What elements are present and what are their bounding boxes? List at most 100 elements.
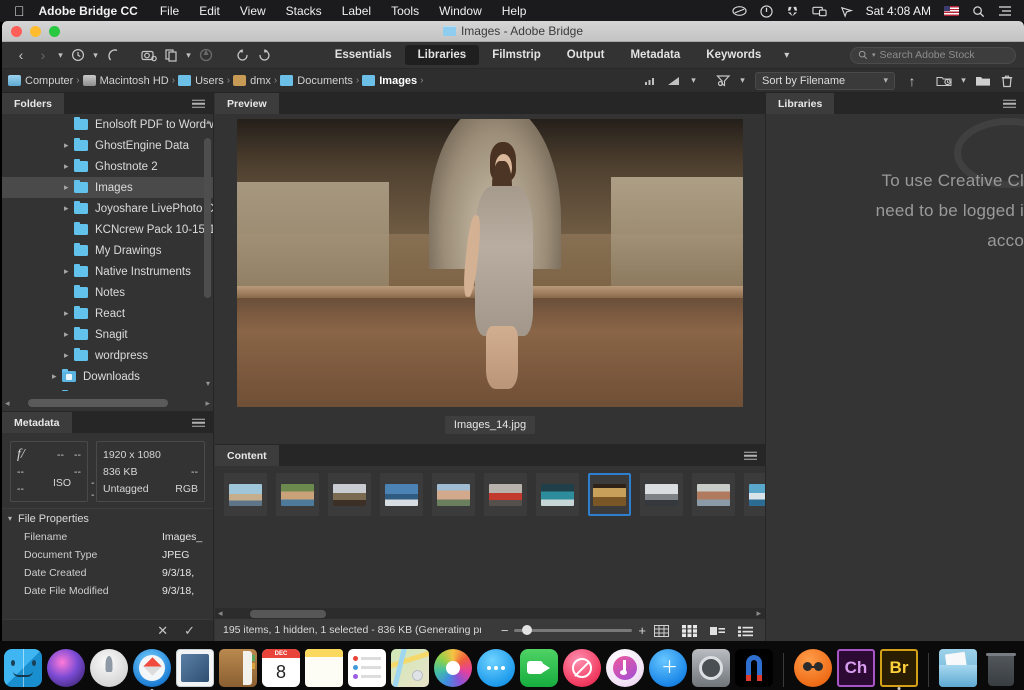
workspace-essentials[interactable]: Essentials bbox=[322, 45, 405, 65]
menu-file[interactable]: File bbox=[160, 4, 179, 18]
dock-reminders[interactable] bbox=[348, 649, 386, 687]
workspace-output[interactable]: Output bbox=[554, 45, 618, 65]
folder-row[interactable]: ▸ Native Instruments bbox=[2, 261, 213, 282]
tab-metadata[interactable]: Metadata bbox=[2, 412, 72, 433]
folder-row[interactable]: KCNcrew Pack 10-15-18 bbox=[2, 219, 213, 240]
power-icon[interactable] bbox=[759, 4, 773, 18]
rotate-clockwise-icon[interactable] bbox=[253, 44, 275, 66]
breadcrumb-computer[interactable]: Computer bbox=[8, 75, 73, 87]
scroll-up-icon[interactable]: ▴ bbox=[206, 117, 210, 126]
scroll-right-icon[interactable]: ▸ bbox=[756, 608, 761, 619]
apple-logo-icon[interactable]:  bbox=[14, 4, 25, 18]
filter-rating-menu-icon[interactable] bbox=[663, 70, 685, 92]
dock-mail[interactable] bbox=[176, 649, 214, 687]
dock-finder[interactable] bbox=[4, 649, 42, 687]
folder-row[interactable]: Enolsoft PDF to Word w bbox=[2, 114, 213, 135]
panel-menu-icon[interactable] bbox=[192, 418, 205, 427]
dock-system-preferences[interactable] bbox=[692, 649, 730, 687]
breadcrumb-documents[interactable]: Documents bbox=[280, 75, 353, 87]
breadcrumb-dmx[interactable]: dmx bbox=[233, 75, 271, 87]
tab-content[interactable]: Content bbox=[215, 445, 279, 466]
tab-folders[interactable]: Folders bbox=[2, 93, 64, 114]
folders-vertical-scrollbar[interactable] bbox=[204, 138, 211, 298]
chevron-down-icon[interactable]: ▾ bbox=[687, 75, 700, 86]
chevron-right-icon[interactable]: ▸ bbox=[64, 161, 69, 172]
scroll-left-icon[interactable]: ◂ bbox=[218, 608, 223, 619]
dock-adobe-character-animator[interactable]: Ch bbox=[837, 649, 875, 687]
slider-knob[interactable] bbox=[522, 624, 533, 635]
folders-tree[interactable]: Enolsoft PDF to Word w ▸ GhostEngine Dat… bbox=[2, 114, 213, 391]
folder-row[interactable]: ▸ Joyoshare LivePhoto Co bbox=[2, 198, 213, 219]
thumbnail-2[interactable] bbox=[276, 473, 319, 516]
panel-menu-icon[interactable] bbox=[192, 99, 205, 108]
boomerang-icon[interactable] bbox=[102, 44, 124, 66]
thumbnail-3[interactable] bbox=[328, 473, 371, 516]
thumbnail-10[interactable] bbox=[692, 473, 735, 516]
folder-row[interactable]: ▸ Ghostnote 2 bbox=[2, 156, 213, 177]
tab-preview[interactable]: Preview bbox=[215, 93, 279, 114]
chevron-down-icon[interactable]: ▾ bbox=[54, 50, 67, 61]
folder-row[interactable]: ▸ go bbox=[2, 387, 213, 391]
rotate-counterclockwise-icon[interactable] bbox=[231, 44, 253, 66]
chevron-right-icon[interactable]: ▸ bbox=[64, 329, 69, 340]
list-view-icon[interactable] bbox=[738, 624, 753, 637]
chevron-right-icon[interactable]: ▸ bbox=[52, 371, 57, 382]
thumbnail-size-slider[interactable]: − + bbox=[501, 623, 646, 638]
panel-menu-icon[interactable] bbox=[1003, 99, 1016, 108]
creative-cloud-icon[interactable] bbox=[732, 5, 747, 17]
breadcrumb-macintosh-hd[interactable]: Macintosh HD bbox=[82, 75, 169, 87]
dock-magnet[interactable] bbox=[735, 649, 773, 687]
dock-safari[interactable] bbox=[133, 649, 171, 690]
dock-news[interactable] bbox=[563, 649, 601, 687]
search-scope-chevron-icon[interactable]: ▾ bbox=[872, 51, 876, 59]
zoom-in-button[interactable]: + bbox=[638, 623, 646, 638]
dock-contacts[interactable] bbox=[219, 649, 257, 687]
content-horizontal-scrollbar[interactable]: ◂ ▸ bbox=[215, 608, 765, 619]
folder-row[interactable]: ▸ wordpress bbox=[2, 345, 213, 366]
new-folder-icon[interactable] bbox=[972, 70, 994, 92]
screen-sharing-icon[interactable] bbox=[812, 5, 827, 17]
dock-facetime[interactable] bbox=[520, 649, 558, 687]
recent-history-icon[interactable] bbox=[67, 44, 89, 66]
back-arrow-icon[interactable]: ‹ bbox=[10, 44, 32, 66]
dock-itunes[interactable] bbox=[606, 649, 644, 687]
folder-row[interactable]: ▸ React bbox=[2, 303, 213, 324]
panel-menu-icon[interactable] bbox=[744, 451, 757, 460]
metadata-section-file-properties[interactable]: ▾ File Properties bbox=[2, 508, 213, 528]
workspace-keywords[interactable]: Keywords bbox=[693, 45, 774, 65]
details-view-icon[interactable] bbox=[710, 624, 725, 636]
thumbnail-5[interactable] bbox=[432, 473, 475, 516]
refine-icon[interactable] bbox=[160, 44, 182, 66]
workspace-metadata[interactable]: Metadata bbox=[617, 45, 693, 65]
chevron-down-icon[interactable]: ▾ bbox=[736, 75, 749, 86]
folders-horizontal-scrollbar[interactable]: ◂ ▸ bbox=[5, 398, 210, 408]
grid-lock-view-icon[interactable] bbox=[654, 624, 669, 637]
window-titlebar[interactable]: Images - Adobe Bridge bbox=[2, 21, 1024, 42]
chevron-right-icon[interactable]: ▸ bbox=[64, 266, 69, 277]
chevron-down-icon[interactable]: ▾ bbox=[8, 514, 12, 523]
dock-trash[interactable] bbox=[982, 649, 1020, 687]
camera-import-icon[interactable] bbox=[138, 44, 160, 66]
zoom-out-button[interactable]: − bbox=[501, 623, 509, 638]
filter-rating-icon[interactable] bbox=[639, 70, 661, 92]
filter-funnel-icon[interactable] bbox=[712, 70, 734, 92]
dock-app-store[interactable]: ＋ bbox=[649, 649, 687, 687]
thumbnail-1[interactable] bbox=[224, 473, 267, 516]
folder-row[interactable]: ▸ Snagit bbox=[2, 324, 213, 345]
dock-launchpad[interactable] bbox=[90, 649, 128, 687]
folder-row[interactable]: ▸ GhostEngine Data bbox=[2, 135, 213, 156]
dock-notes[interactable] bbox=[305, 649, 343, 687]
chevron-right-icon[interactable]: ▸ bbox=[64, 203, 69, 214]
dock-documents-folder[interactable] bbox=[939, 649, 977, 687]
dock-adobe-bridge[interactable]: Br bbox=[880, 649, 918, 690]
menu-label[interactable]: Label bbox=[342, 4, 371, 18]
dock-photos[interactable] bbox=[434, 649, 472, 687]
open-in-camera-raw-icon[interactable] bbox=[195, 44, 217, 66]
scroll-down-icon[interactable]: ▾ bbox=[206, 379, 210, 388]
folder-row[interactable]: Notes bbox=[2, 282, 213, 303]
dock-calendar[interactable]: DEC 8 bbox=[262, 649, 300, 687]
forward-arrow-icon[interactable]: › bbox=[32, 44, 54, 66]
breadcrumb-users[interactable]: Users bbox=[178, 75, 224, 87]
sort-ascending-icon[interactable]: ↑ bbox=[901, 70, 923, 92]
chevron-down-icon[interactable]: ▾ bbox=[957, 75, 970, 86]
